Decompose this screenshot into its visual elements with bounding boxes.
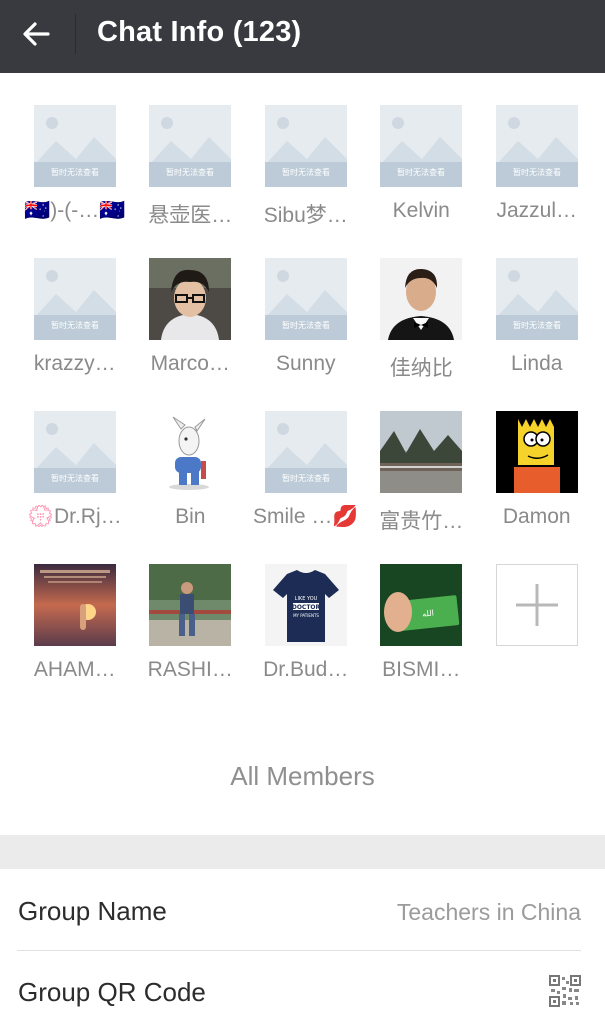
member-tile[interactable]: Bin [133, 411, 249, 564]
svg-text:暂时无法查看: 暂时无法查看 [166, 167, 214, 177]
member-avatar: الله [380, 564, 463, 646]
member-name: 🇦🇺)-(-…🇦🇺 [24, 199, 126, 222]
member-avatar [380, 258, 463, 340]
member-tile[interactable]: 佳纳比 [364, 258, 480, 411]
member-name: Dr.Bud… [263, 658, 349, 681]
member-avatar: LIKE YOU DOCTOR MY PATIENTS [264, 564, 347, 646]
member-name: Bin [175, 505, 206, 528]
member-avatar: 暂时无法查看 [149, 105, 232, 187]
member-name: Marco… [150, 352, 230, 375]
back-button[interactable] [14, 14, 58, 54]
member-tile[interactable]: 暂时无法查看 Smile …💋 [248, 411, 364, 564]
member-tile[interactable]: Damon [479, 411, 595, 564]
member-name: 富贵竹… [379, 510, 464, 533]
svg-text:暂时无法查看: 暂时无法查看 [51, 473, 99, 483]
group-qr-row[interactable]: Group QR Code [0, 951, 605, 1024]
member-avatar: 暂时无法查看 [33, 258, 116, 340]
svg-text:暂时无法查看: 暂时无法查看 [397, 167, 445, 177]
svg-text:暂时无法查看: 暂时无法查看 [513, 167, 561, 177]
member-name: 佳纳比 [389, 357, 453, 380]
group-name-value: Teachers in China [396, 899, 581, 925]
member-tile[interactable]: LIKE YOU DOCTOR MY PATIENTS Dr.Bud… [248, 564, 364, 717]
svg-text:暂时无法查看: 暂时无法查看 [282, 167, 330, 177]
group-name-row[interactable]: Group Name Teachers in China [0, 869, 605, 951]
group-name-label: Group Name [18, 896, 167, 926]
member-tile[interactable]: AHAM… [17, 564, 133, 717]
member-name: Smile …💋 [253, 505, 359, 528]
member-name: Jazzul… [496, 199, 578, 222]
member-avatar: 暂时无法查看 [264, 411, 347, 493]
member-tile[interactable]: 暂时无法查看 Sunny [248, 258, 364, 411]
qr-code-icon [549, 975, 581, 1012]
member-name: Sibu梦… [263, 204, 348, 227]
member-tile[interactable]: 暂时无法查看 Linda [479, 258, 595, 411]
member-avatar [380, 411, 463, 493]
svg-text:暂时无法查看: 暂时无法查看 [51, 167, 99, 177]
member-tile[interactable]: الله BISMI… [364, 564, 480, 717]
member-avatar: 暂时无法查看 [495, 105, 578, 187]
svg-text:LIKE YOU: LIKE YOU [294, 596, 317, 602]
member-tile[interactable]: 暂时无法查看 💮Dr.Rj… [17, 411, 133, 564]
svg-text:暂时无法查看: 暂时无法查看 [513, 320, 561, 330]
member-name: Damon [502, 505, 571, 528]
member-avatar: 暂时无法查看 [33, 411, 116, 493]
member-tile[interactable]: 暂时无法查看 Kelvin [364, 105, 480, 258]
member-tile[interactable]: Marco… [133, 258, 249, 411]
add-member-button[interactable] [495, 564, 578, 646]
member-name: Sunny [275, 352, 336, 375]
member-avatar [495, 411, 578, 493]
member-name: 💮Dr.Rj… [27, 505, 122, 528]
member-name: AHAM… [33, 658, 116, 681]
member-avatar [33, 564, 116, 646]
member-tile[interactable]: 暂时无法查看 krazzy… [17, 258, 133, 411]
member-avatar: 暂时无法查看 [495, 258, 578, 340]
member-name: 悬壶医… [148, 204, 233, 227]
member-grid: 暂时无法查看 🇦🇺)-(-…🇦🇺 暂时无法查看 悬壶医… 暂时无法查看 Sibu… [17, 105, 588, 717]
member-avatar [149, 258, 232, 340]
header-bar: Chat Info (123) [0, 0, 605, 73]
member-tile[interactable]: 富贵竹… [364, 411, 480, 564]
member-avatar: 暂时无法查看 [380, 105, 463, 187]
header-divider [75, 14, 76, 54]
svg-text:暂时无法查看: 暂时无法查看 [282, 320, 330, 330]
member-avatar: 暂时无法查看 [264, 105, 347, 187]
member-tile[interactable]: 暂时无法查看 Jazzul… [479, 105, 595, 258]
plus-icon [515, 584, 558, 626]
member-name: krazzy… [33, 352, 116, 375]
member-name: Linda [511, 352, 563, 375]
group-qr-label: Group QR Code [18, 977, 206, 1007]
add-member-tile [479, 564, 595, 717]
page-title: Chat Info (123) [97, 16, 302, 48]
all-members-button[interactable]: All Members [0, 761, 605, 792]
member-name: Kelvin [392, 199, 450, 222]
member-name: BISMI… [382, 658, 461, 681]
svg-text:暂时无法查看: 暂时无法查看 [51, 320, 99, 330]
svg-text:暂时无法查看: 暂时无法查看 [282, 473, 330, 483]
member-name: RASHI… [147, 658, 233, 681]
member-tile[interactable]: 暂时无法查看 悬壶医… [133, 105, 249, 258]
member-tile[interactable]: 暂时无法查看 🇦🇺)-(-…🇦🇺 [17, 105, 133, 258]
arrow-left-icon [23, 22, 50, 46]
section-gap [0, 835, 605, 869]
member-avatar: 暂时无法查看 [33, 105, 116, 187]
svg-text:MY PATIENTS: MY PATIENTS [293, 613, 319, 618]
member-tile[interactable]: RASHI… [133, 564, 249, 717]
svg-text:DOCTOR: DOCTOR [292, 604, 321, 611]
svg-text:الله: الله [422, 609, 434, 619]
member-avatar [149, 411, 232, 493]
member-avatar: 暂时无法查看 [264, 258, 347, 340]
member-tile[interactable]: 暂时无法查看 Sibu梦… [248, 105, 364, 258]
members-section: 暂时无法查看 🇦🇺)-(-…🇦🇺 暂时无法查看 悬壶医… 暂时无法查看 Sibu… [0, 73, 605, 835]
member-avatar [149, 564, 232, 646]
